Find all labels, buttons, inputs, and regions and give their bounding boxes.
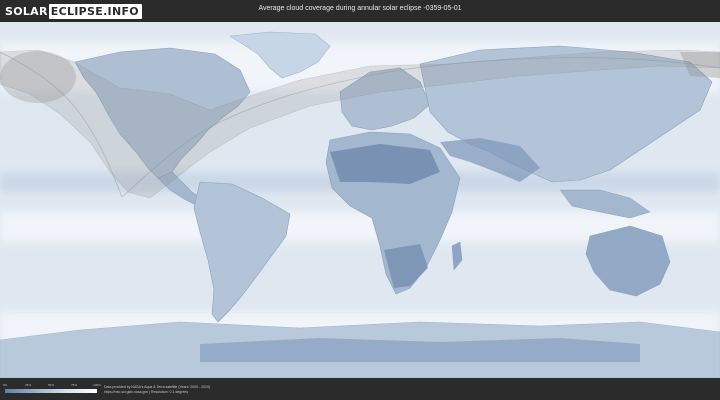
header-bar: SOLAR ECLIPSE.INFO Average cloud coverag… xyxy=(0,0,720,22)
sahara-region xyxy=(330,144,440,184)
data-credit: Data provided by NASA's Aqua & Terra sat… xyxy=(104,385,210,395)
footer-bar: 0% 25% 50% 75% 100% Data provided by NAS… xyxy=(0,378,720,400)
antarctic-dark-shelf xyxy=(200,338,640,362)
legend-tick-0: 0% xyxy=(2,383,8,387)
eclipse-start-region xyxy=(0,51,76,103)
page-title: Average cloud coverage during annular so… xyxy=(258,5,462,12)
credit-line-2[interactable]: https://neo.sci.gsfc.nasa.gov | Resoluti… xyxy=(104,390,210,395)
legend-tick-75: 75% xyxy=(70,383,78,387)
legend-tick-100: 100% xyxy=(93,383,101,387)
world-map-svg xyxy=(0,22,720,378)
legend-tick-50: 50% xyxy=(47,383,55,387)
cloud-coverage-map[interactable] xyxy=(0,22,720,378)
legend-tick-25: 25% xyxy=(24,383,32,387)
cloud-coverage-legend-bar xyxy=(5,389,97,393)
